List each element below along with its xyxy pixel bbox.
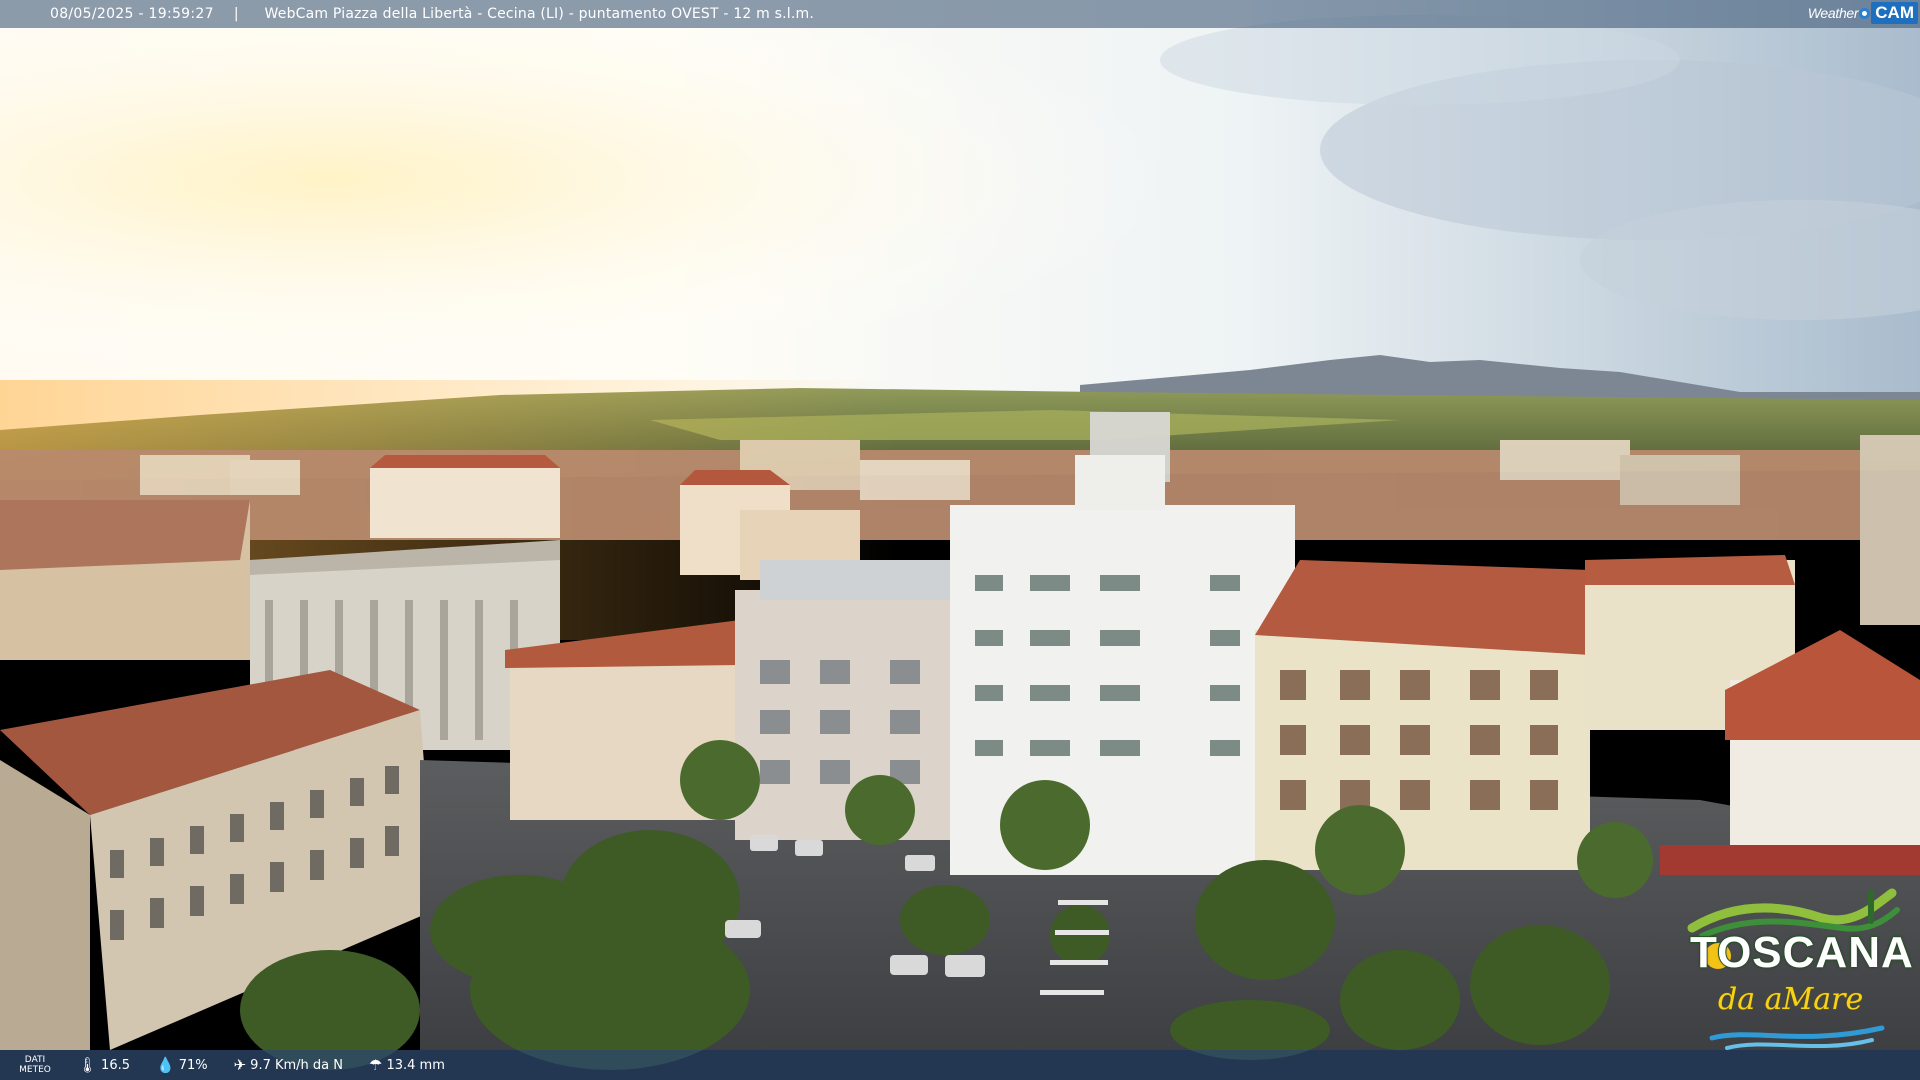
webcam-caption: WebCam Piazza della Libertà - Cecina (LI… — [264, 6, 815, 22]
humidity-value: 71% — [178, 1057, 208, 1073]
wind-reading: ✈ 9.7 Km/h da N — [234, 1056, 343, 1074]
rain-reading: ☂ 13.4 mm — [369, 1056, 445, 1074]
water-drop-icon: 💧 — [156, 1056, 175, 1074]
thermometer-icon: 🌡 — [78, 1056, 98, 1074]
brand-weather-text: Weather — [1807, 5, 1859, 21]
temperature-reading: 🌡 16.5 — [78, 1056, 130, 1074]
timestamp: 08/05/2025 - 19:59:27 — [50, 6, 214, 22]
weather-data-bar: DATI METEO 🌡 16.5 💧 71% ✈ 9.7 Km/h da N … — [0, 1050, 1920, 1080]
umbrella-icon: ☂ — [369, 1056, 383, 1074]
wind-icon: ✈ — [233, 1056, 247, 1074]
webcam-image — [0, 0, 1920, 1080]
brand-cam-text: CAM — [1871, 2, 1918, 24]
wind-value: 9.7 Km/h da N — [250, 1057, 343, 1073]
brand-lens-icon — [1859, 7, 1871, 19]
logo-name: TOSCANA — [1689, 927, 1914, 978]
caption-bar: 08/05/2025 - 19:59:27 | WebCam Piazza de… — [0, 0, 1920, 28]
rain-value: 13.4 mm — [386, 1057, 445, 1073]
weather-data-label: DATI METEO — [0, 1055, 70, 1075]
weather-label-line2: METEO — [19, 1065, 51, 1075]
town-panorama — [0, 0, 1920, 1070]
weathercam-logo: Weather CAM — [1808, 0, 1918, 26]
logo-tagline: da aMare — [1717, 982, 1864, 1018]
temperature-value: 16.5 — [101, 1057, 130, 1073]
caption-separator: | — [233, 6, 239, 22]
toscana-da-amare-logo: TOSCANA da aMare — [1682, 888, 1914, 1056]
humidity-reading: 💧 71% — [156, 1056, 208, 1074]
weather-label-line1: DATI — [24, 1055, 46, 1065]
